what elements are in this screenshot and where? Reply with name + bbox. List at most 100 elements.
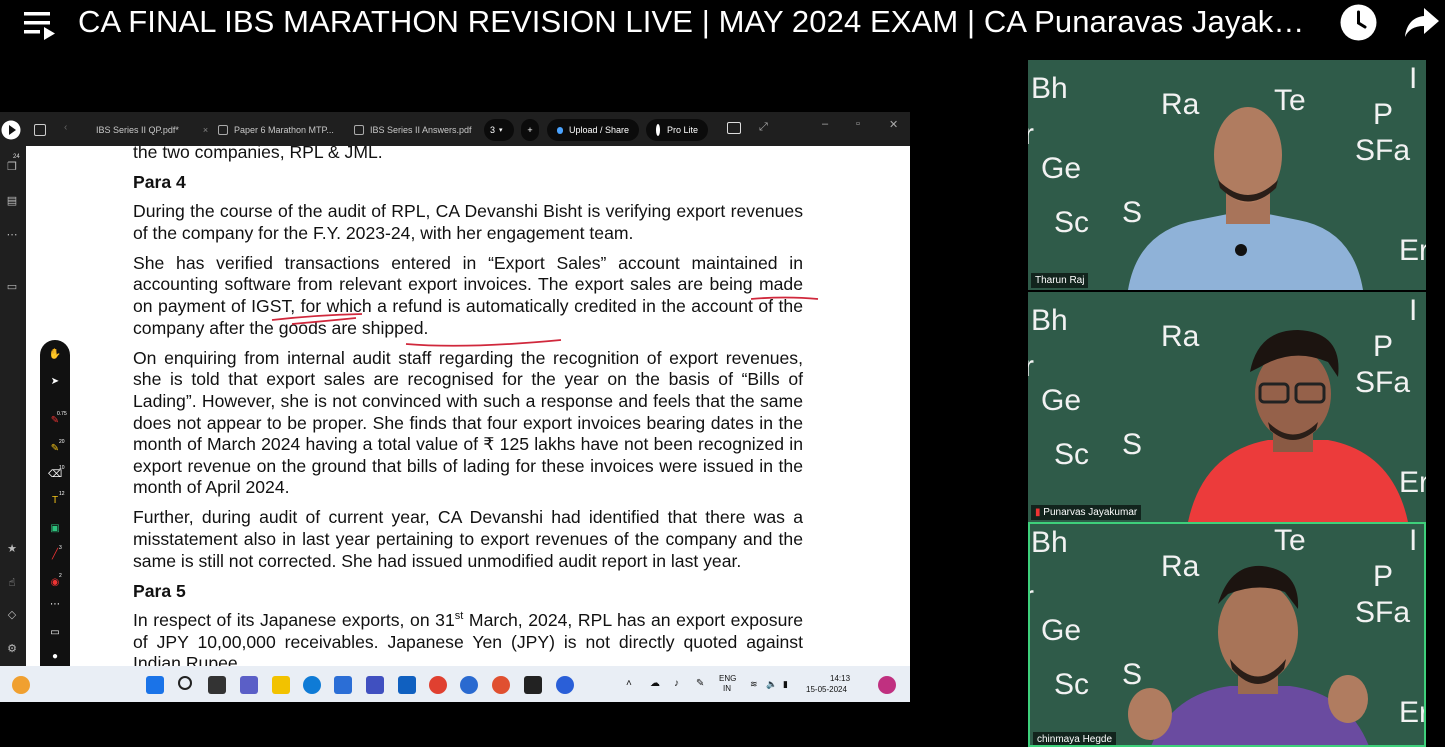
chrome-profile-icon[interactable] xyxy=(492,676,510,694)
windows-taskbar: ˄ ☁ ♪ ✎ ENG IN ≋ 🔈 ▮ 14:13 15-05-2024 xyxy=(0,666,910,702)
participant-name: Tharun Raj xyxy=(1031,273,1089,288)
windows-start-icon[interactable] xyxy=(146,676,164,694)
pen-toolbar: ✋ ➤ ✎ 0.75 ✎ 20 ⌫ 10 T 12 ▣ ╱ 3 ◉ 2 ⋯ ▭ … xyxy=(40,340,70,698)
expand-icon[interactable]: ⤢ xyxy=(759,121,768,134)
book-icon[interactable]: ▤ xyxy=(5,194,19,208)
watch-later-icon[interactable] xyxy=(1340,4,1377,41)
chevron-up-icon[interactable]: ˄ xyxy=(626,679,632,689)
text-size-badge: 12 xyxy=(59,491,65,497)
tab-label: IBS Series II QP.pdf* xyxy=(96,125,179,135)
store-icon[interactable] xyxy=(334,676,352,694)
tab-paper6-marathon[interactable]: Paper 6 Marathon MTP... xyxy=(218,118,334,142)
layers-icon[interactable]: ◇ xyxy=(5,608,19,622)
participant-tile-1[interactable]: Bh Ra Te I P r Ge SFa Sc S Er Tharun Raj xyxy=(1028,60,1426,290)
participant-name: Punarvas Jayakumar xyxy=(1043,507,1138,518)
document-icon xyxy=(354,125,364,135)
tab-ibs-series-answers[interactable]: IBS Series II Answers.pdf xyxy=(354,118,472,142)
app-logo-icon[interactable] xyxy=(1,120,21,140)
board-text: Ge xyxy=(1041,152,1082,185)
para5-paragraph-1: In respect of its Japanese exports, on 3… xyxy=(133,610,803,666)
cloud-tray-icon[interactable]: ☁ xyxy=(650,679,660,689)
participant-tile-3-active-speaker[interactable]: Bh Ra Te I P r Ge SFa Sc S Er chinmaya H… xyxy=(1028,522,1426,747)
star-icon[interactable]: ★ xyxy=(5,542,19,556)
pen-app-icon[interactable] xyxy=(366,676,384,694)
battery-icon[interactable]: ▮ xyxy=(783,679,788,689)
participant-name: chinmaya Hegde xyxy=(1033,732,1117,745)
screen-capture-icon[interactable] xyxy=(727,122,741,134)
language-bottom[interactable]: IN xyxy=(723,684,731,694)
pro-lite-label: Pro Lite xyxy=(666,125,698,135)
line-size-badge: 3 xyxy=(59,545,62,551)
copilot-icon[interactable] xyxy=(878,676,896,694)
chevron-left-icon[interactable]: ‹ xyxy=(64,122,67,133)
tab-ibs-series-qp[interactable]: IBS Series II QP.pdf* × xyxy=(96,118,208,142)
record-icon[interactable]: ● xyxy=(48,650,62,664)
volume-icon[interactable]: 🔈 xyxy=(766,679,777,689)
board-text: Bh xyxy=(1031,304,1068,337)
board-text: Sc xyxy=(1054,206,1090,239)
pen-tray-icon[interactable]: ✎ xyxy=(696,679,704,689)
board-text: Bh xyxy=(1031,526,1068,559)
more-tools-icon[interactable]: ⋯ xyxy=(48,598,62,612)
clock-date[interactable]: 15-05-2024 xyxy=(806,685,847,695)
pdf-page: the two companies, RPL & JML. Para 4 Dur… xyxy=(26,146,910,666)
zoom-icon[interactable] xyxy=(556,676,574,694)
tab-count-dropdown[interactable]: 3 ▾ xyxy=(484,119,514,141)
settings-gear-icon[interactable]: ⚙ xyxy=(5,642,19,656)
wifi-icon[interactable]: ≋ xyxy=(750,679,758,689)
screen: CA FINAL IBS MARATHON REVISION LIVE | MA… xyxy=(0,0,1445,747)
pro-lite-button[interactable]: Pro Lite xyxy=(646,119,708,141)
board-text: Te xyxy=(1274,524,1306,557)
notes-icon[interactable]: ▭ xyxy=(5,280,19,294)
new-tab-button[interactable]: + xyxy=(521,119,539,141)
pdf-app-taskbar-icon[interactable] xyxy=(524,676,542,694)
new-window-icon[interactable] xyxy=(34,124,46,136)
outlook-icon[interactable] xyxy=(398,676,416,694)
more-icon[interactable]: ⋯ xyxy=(5,228,19,242)
maximize-icon[interactable]: ▫ xyxy=(856,118,860,130)
sticky-note-icon[interactable]: ▭ xyxy=(48,626,62,640)
gesture-icon[interactable]: ☝ xyxy=(5,576,19,590)
upload-share-label: Upload / Share xyxy=(568,125,629,135)
pointer-tool-icon[interactable]: ➤ xyxy=(48,375,62,389)
intro-line: the two companies, RPL & JML. xyxy=(133,146,383,162)
mic-icon[interactable]: ♪ xyxy=(674,679,679,689)
para4-paragraph-2: She has verified transactions entered in… xyxy=(133,252,803,338)
chrome-icon[interactable] xyxy=(429,676,447,694)
board-text: S xyxy=(1122,428,1143,461)
eraser-size-badge: 10 xyxy=(59,465,65,471)
playlist-icon[interactable] xyxy=(24,10,56,40)
board-text: Ge xyxy=(1041,614,1082,647)
pdf-text-block: the two companies, RPL & JML. Para 4 Dur… xyxy=(133,146,803,666)
participant-name-badge: ▮ Punarvas Jayakumar xyxy=(1031,505,1142,520)
minimize-icon[interactable]: – xyxy=(822,118,828,130)
text-box-icon[interactable]: ▣ xyxy=(48,522,62,536)
board-text: Sc xyxy=(1054,668,1090,701)
upload-share-button[interactable]: Upload / Share xyxy=(547,119,639,141)
share-icon[interactable] xyxy=(1404,6,1440,38)
language-top[interactable]: ENG xyxy=(719,674,736,684)
board-text: I xyxy=(1409,524,1418,557)
participant-tile-2[interactable]: Bh Ra I P r Ge SFa Sc S Er ▮ Punarvas Ja… xyxy=(1028,292,1426,522)
board-text: Ge xyxy=(1041,384,1082,417)
task-view-icon[interactable] xyxy=(208,676,226,694)
edge-icon[interactable] xyxy=(303,676,321,694)
para4-paragraph-3: On enquiring from internal audit staff r… xyxy=(133,347,803,498)
close-window-icon[interactable]: ✕ xyxy=(889,118,898,131)
clock-time[interactable]: 14:13 xyxy=(830,674,850,684)
pro-badge-icon xyxy=(656,124,660,136)
close-icon[interactable]: × xyxy=(203,125,208,135)
chevron-down-icon: ▾ xyxy=(499,127,503,134)
board-text: Sc xyxy=(1054,438,1090,471)
weather-icon[interactable] xyxy=(12,676,30,694)
search-icon[interactable] xyxy=(178,676,192,690)
ink-app-icon[interactable] xyxy=(460,676,478,694)
pdf-app-window: ‹ IBS Series II QP.pdf* × Paper 6 Marath… xyxy=(0,112,910,702)
file-explorer-icon[interactable] xyxy=(272,676,290,694)
pages-icon[interactable]: ❐ xyxy=(5,160,19,174)
para4-heading: Para 4 xyxy=(133,171,186,192)
hand-tool-icon[interactable]: ✋ xyxy=(48,348,62,362)
teams-icon[interactable] xyxy=(240,676,258,694)
para5-heading: Para 5 xyxy=(133,580,186,601)
tab-bar: ‹ IBS Series II QP.pdf* × Paper 6 Marath… xyxy=(0,112,910,146)
